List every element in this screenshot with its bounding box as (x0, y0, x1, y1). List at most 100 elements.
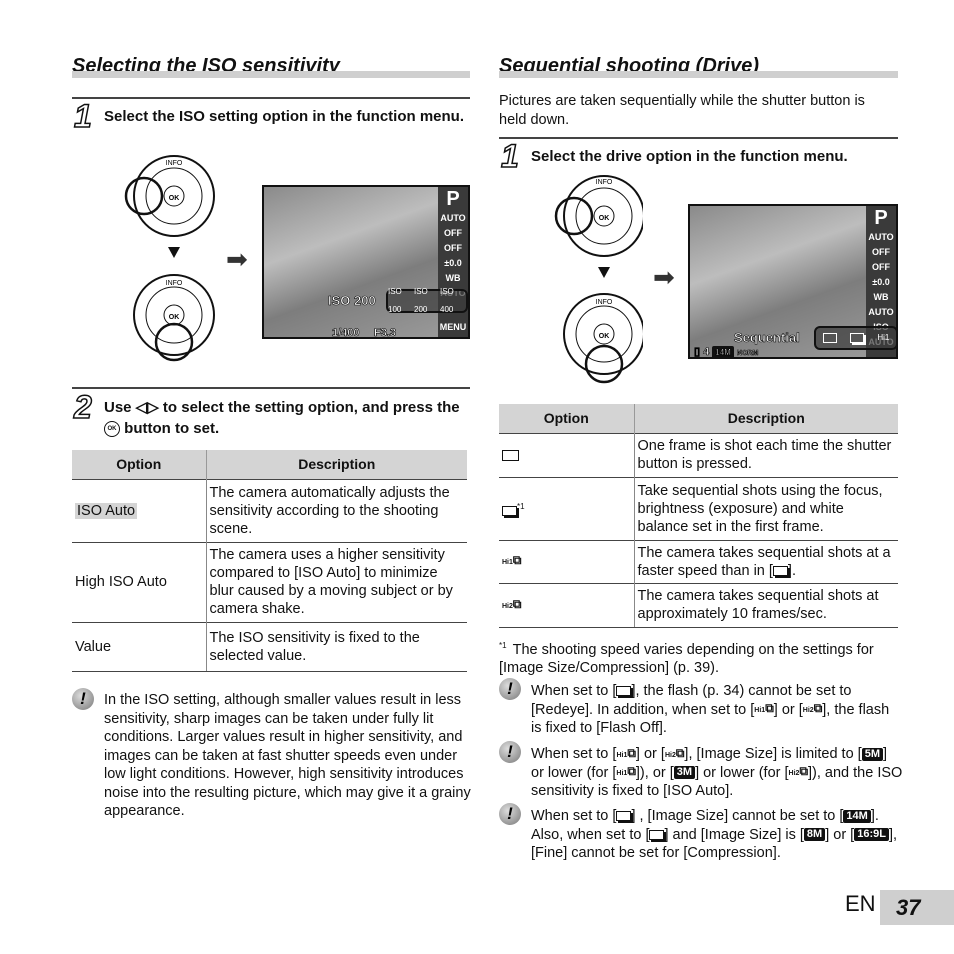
caution-icon: ! (499, 678, 521, 700)
note-text: ] or [ (825, 826, 855, 843)
title-bar (72, 71, 470, 78)
iso-option[interactable]: ISO 100 (388, 283, 414, 320)
image-size-badge: 16:9L (854, 828, 889, 842)
step-text-b: button to set. (124, 420, 220, 437)
note-text: ] and [Image Size] is [ (664, 826, 804, 843)
description-cell: The ISO sensitivity is fixed to the sele… (205, 621, 467, 672)
hi1-sequential-icon: Hi1⧉ (502, 553, 522, 568)
exposure-setting: ±0.0 (444, 258, 462, 268)
flash-setting: AUTO (440, 213, 466, 223)
option-cell: ISO Auto (75, 502, 138, 519)
step-number: 1 (73, 98, 92, 134)
note-text: ]), or [ (635, 764, 674, 781)
camera-screen-iso: P AUTO OFF OFF ±0.0 WB AUTO MENU ISO 200… (262, 185, 470, 339)
shots-remaining: 4 (703, 346, 710, 358)
intro-text: Pictures are taken sequentially while th… (499, 93, 865, 128)
dial-top: OK INFO (554, 175, 643, 257)
step-text: Select the drive option in the function … (531, 148, 848, 165)
page-number: 37 (880, 890, 954, 925)
note-text: When set to [ (531, 683, 617, 699)
hi2-sequential-icon: Hi2⧉ (802, 701, 823, 716)
down-arrow-icon (168, 247, 180, 258)
sequential-icon[interactable] (849, 333, 864, 343)
description-cell: One frame is shot each time the shutter … (633, 432, 898, 477)
aperture: F3.3 (374, 327, 397, 339)
caution-note: When set to [] , [Image Size] cannot be … (531, 807, 903, 863)
image-size-badge: 14M (843, 809, 871, 823)
table-row: Hi2⧉ The camera takes sequential shots at… (499, 582, 898, 628)
selftimer-setting: OFF (872, 262, 890, 272)
dial-bottom: OK INFO (563, 293, 643, 384)
drive-options-bar[interactable]: Hi1 (814, 326, 896, 350)
note-text: When set to [ (531, 808, 617, 824)
step-text-a: Use ◁▷ to select the setting option, and… (104, 399, 460, 416)
hi2-sequential-icon: Hi2⧉ (664, 745, 685, 760)
sequential-icon (616, 811, 632, 822)
sequential-icon (502, 502, 517, 518)
table-row: Value The ISO sensitivity is fixed to the… (72, 621, 467, 672)
column-header: Option (499, 404, 634, 433)
single-icon[interactable] (822, 333, 837, 343)
shutter-speed: 1/400 (332, 327, 360, 339)
down-arrow-icon (598, 267, 610, 278)
iso-option[interactable]: ISO 400 (440, 283, 466, 320)
table-row: ISO Auto The camera automatically adjusts… (72, 478, 467, 542)
iso-options-bar[interactable]: ISO 100 ISO 200 ISO 400 (386, 287, 468, 314)
description-cell: The camera uses a higher sensitivity com… (205, 541, 467, 622)
iso-options-table: Option Description ISO Auto The camera aut… (72, 450, 467, 672)
camera-screen-drive: P AUTO OFF OFF ±0.0 WB AUTO ISO AUTO Seq… (688, 204, 898, 359)
step-text: Use ◁▷ to select the setting option, and… (104, 397, 464, 439)
flash-setting: AUTO (868, 232, 894, 242)
image-size-badge: 5M (861, 747, 883, 761)
selftimer-setting: OFF (444, 243, 462, 253)
sequential-icon (649, 829, 665, 840)
menu-label: MENU (439, 322, 467, 332)
image-size-badge: 8M (803, 828, 826, 842)
svg-text:OK: OK (599, 333, 610, 340)
hi1-sequential-icon: Hi1⧉ (616, 764, 636, 779)
footnote-marker: *1 (499, 641, 507, 650)
table-row: Hi1⧉ The camera takes sequential shots at… (499, 539, 898, 583)
hi1-sequential-icon: Hi1⧉ (502, 554, 521, 570)
divider (72, 387, 470, 389)
table-row: One frame is shot each time the shutter … (499, 432, 898, 477)
storage-info: ▯ 4 14M NORM (694, 345, 759, 358)
svg-text:OK: OK (599, 215, 610, 222)
column-header: Description (205, 450, 467, 479)
hi1-icon[interactable]: Hi1 (877, 329, 889, 348)
description-cell: The camera automatically adjusts the sen… (205, 478, 467, 542)
caution-icon: ! (499, 741, 521, 763)
note-text: ]. (787, 562, 796, 579)
title-bar (499, 71, 898, 78)
right-arrow-icon: ➡ (653, 262, 675, 292)
column-header: Description (633, 404, 898, 433)
step-number: 2 (73, 389, 92, 425)
description-cell: The camera takes sequential shots at app… (633, 582, 898, 628)
caution-icon: ! (72, 688, 94, 710)
column-header: Option (72, 450, 206, 479)
wb-setting: WB AUTO (868, 292, 894, 317)
caution-note: When set to [], the flash (p. 34) cannot… (531, 682, 903, 738)
sequential-icon (502, 505, 517, 516)
control-dial-illustration: OK INFO OK INFO (554, 175, 643, 384)
iso-option[interactable]: ISO 200 (414, 283, 440, 320)
hi2-sequential-icon: Hi2⧉ (502, 596, 522, 611)
mode-indicator: P (446, 188, 460, 210)
note-text: ] or [ (773, 701, 803, 718)
sequential-icon (772, 565, 788, 576)
step-text: Select the ISO setting option in the fun… (104, 108, 465, 125)
footnote: *1 The shooting speed varies depending o… (499, 637, 894, 678)
control-dial-illustration: OK INFO OK INFO (124, 155, 215, 362)
divider (499, 137, 898, 139)
svg-text:INFO: INFO (166, 160, 183, 167)
note-text: When set to [ (531, 746, 617, 762)
note-text: ] or [ (635, 746, 665, 762)
caution-icon: ! (499, 803, 521, 825)
note-text: The camera takes sequential shots at a f… (637, 544, 891, 579)
sequential-icon (616, 686, 632, 697)
dial-bottom: OK INFO (133, 274, 215, 362)
image-size-badge: 3M (673, 766, 696, 780)
option-cell: Value (72, 621, 206, 672)
ok-button-icon: OK (104, 421, 120, 438)
svg-text:OK: OK (169, 195, 180, 202)
